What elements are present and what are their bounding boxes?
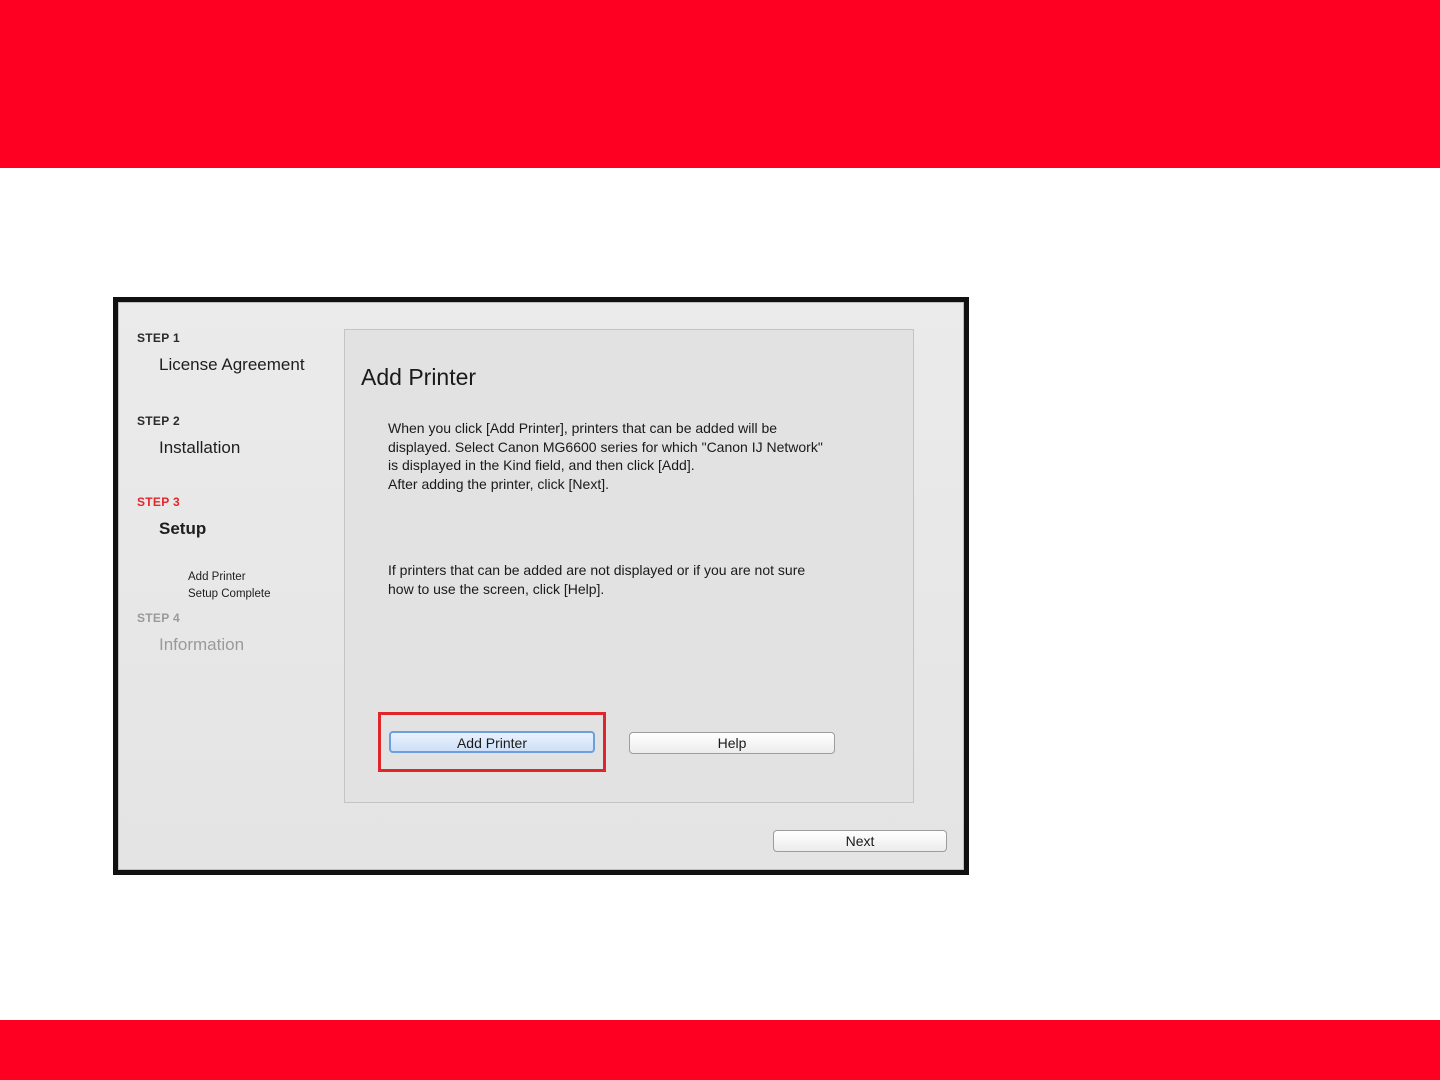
step-4-title: Information: [159, 635, 245, 654]
sub-step-add-printer: Add Printer: [188, 571, 246, 583]
footer-band: [0, 1020, 1440, 1080]
page-title: Add Printer: [361, 364, 477, 390]
screenshot-frame: STEP 1 License Agreement STEP 2 Installa…: [113, 297, 969, 875]
next-button[interactable]: Next: [773, 830, 947, 852]
step-2-title: Installation: [159, 438, 241, 457]
sub-step-setup-complete: Setup Complete: [188, 588, 271, 600]
step-2-label: STEP 2: [137, 414, 180, 428]
help-hint-text: If printers that can be added are not di…: [388, 562, 806, 597]
content-panel: Add Printer When you click [Add Printer]…: [344, 329, 914, 803]
step-4-label: STEP 4: [137, 611, 180, 625]
step-3-label: STEP 3: [137, 495, 180, 509]
add-printer-button[interactable]: Add Printer: [389, 731, 595, 753]
header-band: [0, 0, 1440, 168]
step-1-title: License Agreement: [159, 355, 305, 374]
installer-window: STEP 1 License Agreement STEP 2 Installa…: [118, 302, 964, 870]
instructions-text: When you click [Add Printer], printers t…: [388, 420, 823, 492]
help-button[interactable]: Help: [629, 732, 835, 754]
step-3-title: Setup: [159, 519, 207, 538]
step-1-label: STEP 1: [137, 331, 180, 345]
